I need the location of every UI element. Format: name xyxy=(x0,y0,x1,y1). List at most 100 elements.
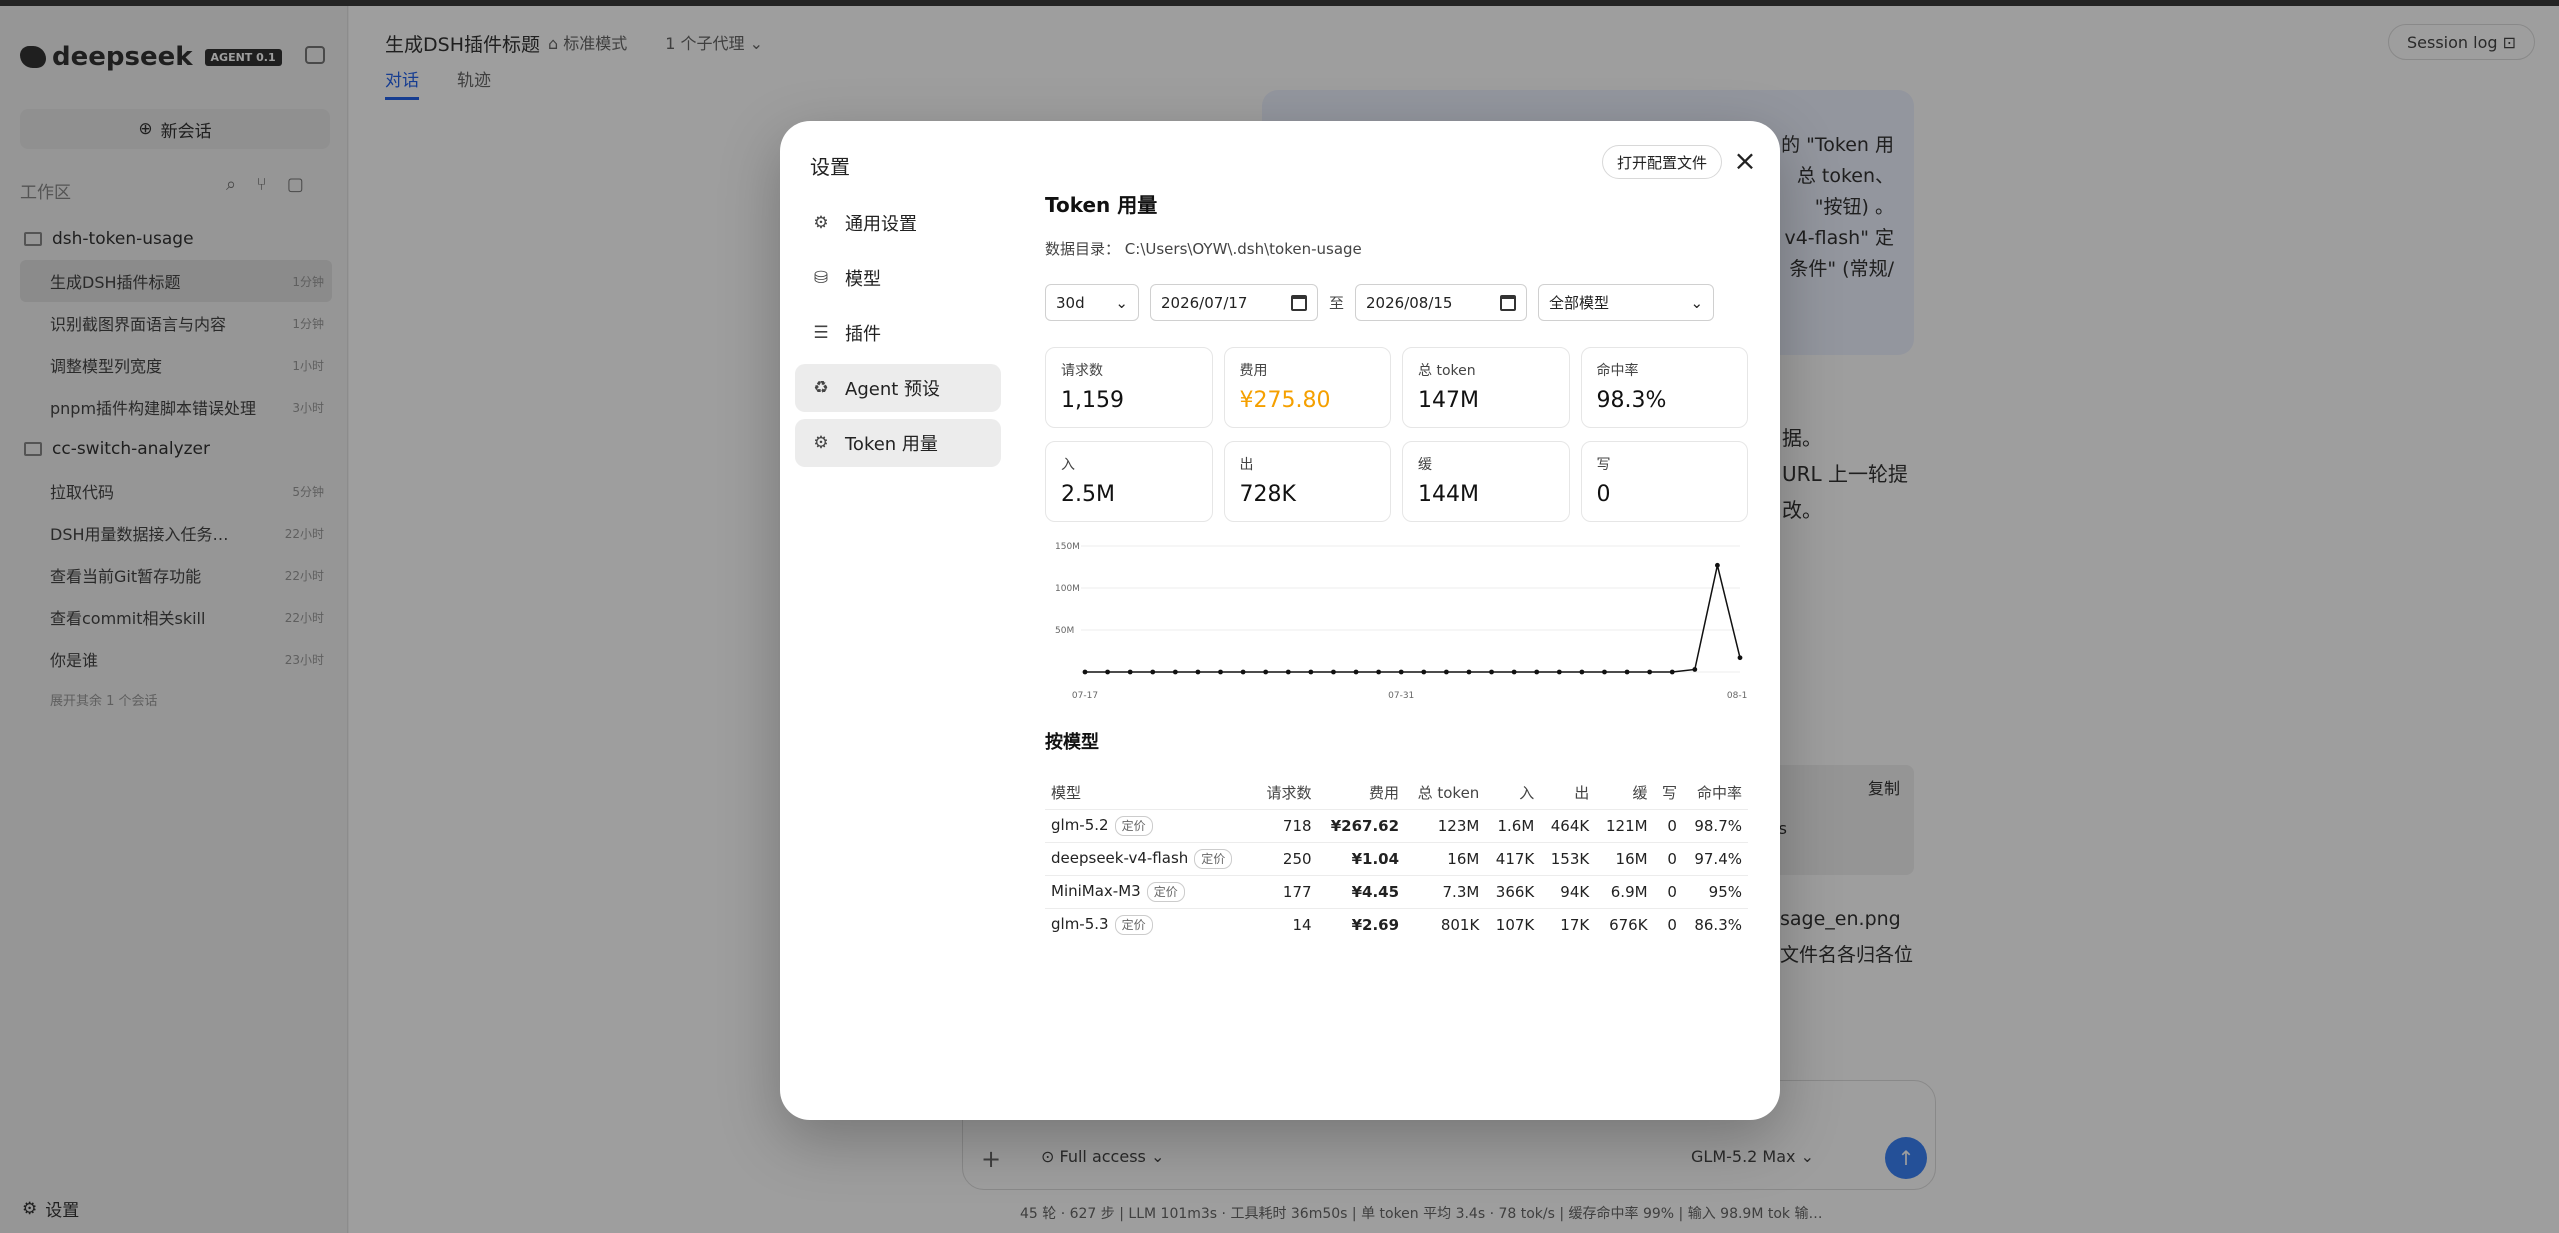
stat-label: 写 xyxy=(1596,457,1611,473)
column-header: 命中率 xyxy=(1696,783,1742,802)
model-name: glm-5.3 xyxy=(1051,914,1109,933)
data-point xyxy=(1240,669,1246,675)
panel-title: Token 用量 xyxy=(1045,193,1158,217)
price-tag[interactable]: 定价 xyxy=(1114,815,1153,836)
settings-dialog: 设置 打开配置文件 × ⚙ 通用设置 ⛁ 模型 ☰ 插件 ♻ Agent 预设 ⚙ Token 用… xyxy=(780,121,1780,1120)
model-name: MiniMax-M3 xyxy=(1051,881,1141,900)
settings-nav-item[interactable]: ☰ 插件 xyxy=(795,309,1001,357)
data-point xyxy=(1127,669,1133,675)
data-point xyxy=(1353,669,1359,675)
settings-nav-label: Token 用量 xyxy=(845,434,938,455)
data-point xyxy=(1105,669,1110,675)
data-point xyxy=(1421,669,1427,675)
column-header: 请求数 xyxy=(1266,783,1312,802)
chevron-down-icon: ⌄ xyxy=(1115,293,1128,312)
price-tag[interactable]: 定价 xyxy=(1146,881,1185,902)
data-point xyxy=(1331,669,1336,675)
close-icon[interactable]: × xyxy=(1728,145,1762,179)
table-cell: 94K xyxy=(1540,874,1596,908)
filters-row: 30d ⌄ 2026/07/17 至 2026/08/15 全部模型 ⌄ xyxy=(1045,284,1748,321)
usage-chart: 150M 100M 50M 07-17 07-31 08-15 xyxy=(1045,536,1753,706)
stat-card-cost: 费用 ¥275.80 xyxy=(1223,347,1391,428)
model-name-cell: glm-5.3 定价 xyxy=(1045,907,1256,941)
table-cell: 107K xyxy=(1485,907,1541,941)
date-from-input[interactable]: 2026/07/17 xyxy=(1150,284,1318,321)
table-cell: 95% xyxy=(1682,874,1748,908)
sliders-icon: ☰ xyxy=(813,323,829,343)
table-row: MiniMax-M3 定价 177 ¥4.45 7.3M 366K 94K 6.9M 0 95% xyxy=(1045,874,1748,908)
stat-value: 728K xyxy=(1239,482,1296,507)
model-name: glm-5.2 xyxy=(1051,815,1109,834)
settings-nav-item[interactable]: ⚙ Token 用量 xyxy=(795,419,1001,467)
table-cell: 16M xyxy=(1405,841,1486,875)
price-tag[interactable]: 定价 xyxy=(1114,914,1153,935)
data-point xyxy=(1172,669,1178,675)
stats-row-2: 入 2.5M 出 728K 缓 144M 写 0 xyxy=(1045,441,1748,522)
series-line xyxy=(1085,565,1741,673)
dialog-title: 设置 xyxy=(810,155,850,179)
table-cell: 250 xyxy=(1255,841,1318,875)
table-cell: 718 xyxy=(1255,808,1318,842)
table-cell: 17K xyxy=(1540,907,1596,941)
data-point xyxy=(1556,669,1562,675)
settings-nav-label: Agent 预设 xyxy=(845,379,941,400)
model-filter-value: 全部模型 xyxy=(1549,294,1610,312)
table-cell: 177 xyxy=(1255,874,1318,908)
date-to-input[interactable]: 2026/08/15 xyxy=(1355,284,1528,321)
table-cell: 0 xyxy=(1653,907,1683,941)
data-point xyxy=(1082,669,1088,675)
column-header: 入 xyxy=(1519,783,1535,802)
stat-card-hit-rate: 命中率 98.3% xyxy=(1580,347,1748,428)
data-point xyxy=(1150,669,1156,675)
stat-card-write: 写 0 xyxy=(1580,441,1748,522)
data-point xyxy=(1624,669,1630,675)
table-cell: 121M xyxy=(1595,808,1654,842)
calendar-icon[interactable] xyxy=(1500,294,1517,311)
table-body: glm-5.2 定价 718 ¥267.62 123M 1.6M 464K 121M 0 98.7… xyxy=(1045,808,1748,941)
settings-nav-item[interactable]: ♻ Agent 预设 xyxy=(795,364,1001,412)
table-cell: ¥1.04 xyxy=(1317,841,1406,875)
range-value: 30d xyxy=(1056,293,1085,312)
table-cell: ¥2.69 xyxy=(1317,907,1406,941)
data-point xyxy=(1669,669,1675,675)
table-cell: 14 xyxy=(1255,907,1318,941)
stat-label: 请求数 xyxy=(1061,363,1103,379)
token-usage-panel: Token 用量 数据目录： C:\Users\OYW\.dsh\token-u… xyxy=(1045,189,1753,941)
stat-label: 出 xyxy=(1239,457,1254,473)
data-directory-path: C:\Users\OYW\.dsh\token-usage xyxy=(1124,240,1362,258)
stat-card-cache: 缓 144M xyxy=(1402,441,1570,522)
model-filter-select[interactable]: 全部模型 ⌄ xyxy=(1538,284,1715,321)
settings-nav-item[interactable]: ⚙ 通用设置 xyxy=(795,199,1001,247)
stat-value: 147M xyxy=(1418,388,1479,413)
model-name-cell: MiniMax-M3 定价 xyxy=(1045,874,1256,908)
data-point xyxy=(1443,669,1449,675)
open-config-button[interactable]: 打开配置文件 xyxy=(1602,145,1723,179)
settings-nav-label: 通用设置 xyxy=(845,214,917,235)
date-to-value: 2026/08/15 xyxy=(1366,293,1453,312)
data-point xyxy=(1308,669,1314,675)
chevron-down-icon: ⌄ xyxy=(1690,293,1704,312)
stat-label: 命中率 xyxy=(1596,363,1639,379)
calendar-icon[interactable] xyxy=(1291,294,1307,311)
stat-card-output: 出 728K xyxy=(1223,441,1391,522)
stat-label: 费用 xyxy=(1239,363,1268,379)
table-cell: 0 xyxy=(1653,841,1683,875)
stat-value: 98.3% xyxy=(1596,388,1667,413)
x-tick-label: 08-15 xyxy=(1727,691,1748,701)
by-model-title: 按模型 xyxy=(1045,732,1099,753)
date-from-value: 2026/07/17 xyxy=(1161,293,1248,312)
stat-value: 2.5M xyxy=(1061,482,1115,507)
model-name-cell: glm-5.2 定价 xyxy=(1045,808,1256,842)
table-cell: 1.6M xyxy=(1485,808,1541,842)
x-tick-label: 07-17 xyxy=(1072,691,1098,701)
settings-nav-item[interactable]: ⛁ 模型 xyxy=(795,254,1001,302)
data-point xyxy=(1511,669,1517,675)
usage-line-chart: 150M 100M 50M 07-17 07-31 08-15 xyxy=(1055,542,1753,701)
settings-nav: ⚙ 通用设置 ⛁ 模型 ☰ 插件 ♻ Agent 预设 ⚙ Token 用量 xyxy=(795,199,1001,474)
stat-label: 总 token xyxy=(1418,363,1476,379)
range-select[interactable]: 30d ⌄ xyxy=(1045,284,1139,321)
price-tag[interactable]: 定价 xyxy=(1194,848,1233,869)
settings-nav-label: 模型 xyxy=(845,269,881,290)
table-cell: 676K xyxy=(1595,907,1654,941)
data-point xyxy=(1376,669,1382,675)
